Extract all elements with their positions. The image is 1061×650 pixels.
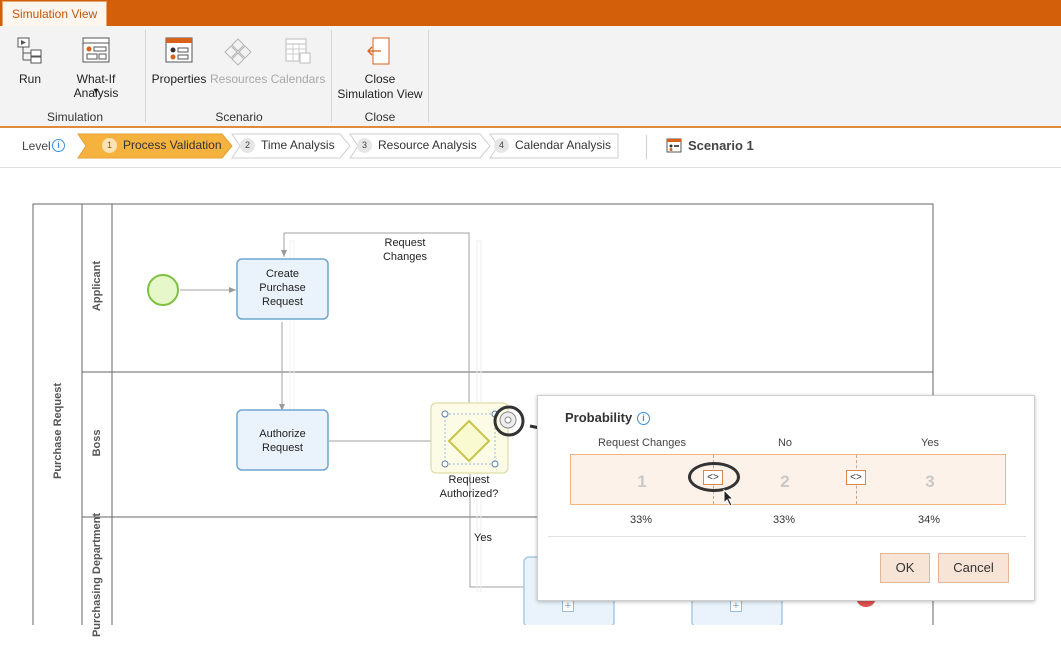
ok-button[interactable]: OK (880, 553, 930, 583)
close-label-line2: Simulation View (337, 87, 423, 101)
probability-title: Probability (565, 410, 633, 425)
probability-slider[interactable]: 1 2 3 <> <> (570, 454, 1006, 507)
probability-percent: 34% (917, 514, 941, 526)
handle-highlight-ring (688, 462, 740, 492)
segment-number: 1 (637, 472, 647, 491)
lane-label-boss: Boss (91, 429, 103, 457)
ribbon-separator (145, 30, 146, 122)
tab-simulation-view[interactable]: Simulation View (2, 1, 108, 26)
level-step-resource-analysis[interactable]: 3 Resource Analysis (357, 133, 477, 158)
add-icon[interactable]: + (730, 600, 742, 612)
tab-strip: Simulation View (0, 0, 1061, 26)
run-button[interactable]: Run (10, 34, 50, 94)
cancel-button[interactable]: Cancel (938, 553, 1009, 583)
calendars-icon (285, 38, 311, 64)
lane-label-applicant: Applicant (91, 260, 103, 312)
close-label-line1: Close (364, 72, 396, 86)
task-create-purchase-request[interactable]: Create Purchase Request (237, 267, 328, 309)
what-if-analysis-button[interactable]: What-If Analysis ▾ (54, 34, 138, 104)
scenario-name: Scenario 1 (688, 138, 754, 153)
what-if-icon (82, 37, 110, 63)
pool-label: Purchase Request (52, 383, 64, 479)
mouse-cursor-icon (723, 489, 735, 507)
group-label-simulation: Simulation (46, 110, 104, 124)
run-icon (17, 37, 42, 64)
level-step-calendar-analysis[interactable]: 4 Calendar Analysis (494, 133, 611, 158)
probability-column-yes: Yes (921, 437, 939, 449)
probability-handle[interactable]: <> (846, 470, 866, 485)
info-icon[interactable]: i (637, 412, 650, 425)
probability-percent: 33% (772, 514, 796, 526)
group-label-scenario: Scenario (215, 110, 263, 124)
properties-label: Properties (151, 72, 207, 86)
segment-number: 3 (925, 472, 935, 491)
probability-column-no: No (777, 437, 793, 449)
close-simulation-view-button[interactable]: Close Simulation View (334, 34, 426, 104)
level-bar: Level i 1 Process Validation 2 Time Analys… (0, 128, 1061, 168)
lane-label-purchasing: Purchasing Department (91, 512, 103, 638)
scenario-icon (666, 138, 682, 153)
calendars-button[interactable]: Calendars (268, 34, 328, 94)
properties-button[interactable]: Properties (150, 34, 208, 94)
level-step-process-validation[interactable]: 1 Process Validation (102, 133, 222, 158)
resources-icon (224, 38, 252, 66)
level-step-time-analysis[interactable]: 2 Time Analysis (240, 133, 335, 158)
flow-label-yes: Yes (474, 532, 492, 544)
ribbon-separator (428, 30, 429, 122)
ribbon-separator (331, 30, 332, 122)
segment-number: 2 (780, 472, 790, 491)
probability-percent: 33% (629, 514, 653, 526)
group-label-close: Close (364, 110, 396, 124)
chevron-down-icon: ▾ (93, 86, 99, 97)
add-icon[interactable]: + (562, 600, 574, 612)
probability-popup: Probability i Request Changes No Yes 1 2… (537, 395, 1035, 601)
run-label: Run (18, 72, 41, 86)
popup-divider (548, 536, 1026, 537)
flow-label-request-changes: Request Changes (382, 237, 428, 263)
resources-button[interactable]: Resources (210, 34, 268, 94)
calendars-label: Calendars (270, 72, 326, 86)
gateway-label: Request Authorized? (439, 474, 499, 500)
probability-column-request-changes: Request Changes (597, 437, 687, 449)
ribbon: Run What-If Analysis ▾ Simulation Proper… (0, 26, 1061, 128)
properties-icon (165, 37, 193, 63)
resources-label: Resources (210, 72, 268, 86)
task-authorize-request[interactable]: Authorize Request (237, 427, 328, 455)
close-view-icon (367, 37, 390, 65)
level-separator (646, 135, 647, 159)
